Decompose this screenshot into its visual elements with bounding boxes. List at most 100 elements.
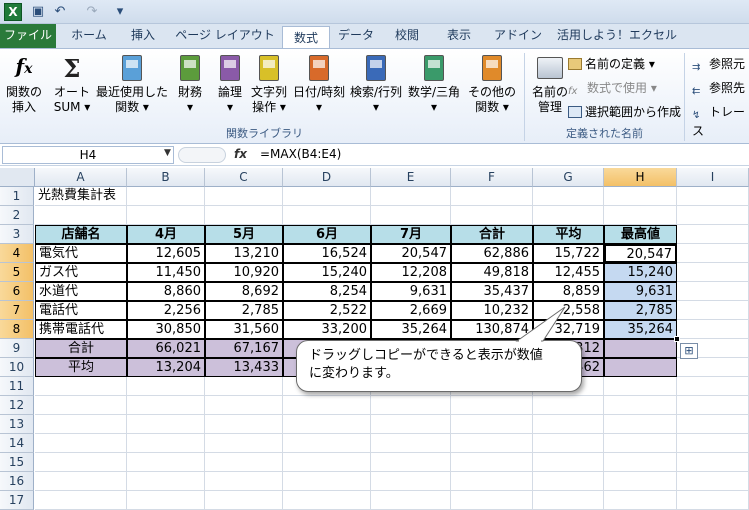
data-cell[interactable]: 携帯電話代 xyxy=(35,320,127,339)
grid-cell[interactable] xyxy=(35,453,127,472)
row-header-7[interactable]: 7 xyxy=(0,301,34,320)
tab-6[interactable]: 校閲 xyxy=(382,24,432,48)
ribbon-button-2[interactable]: 最近使用した 関数 ▾ xyxy=(96,53,168,115)
row-header-2[interactable]: 2 xyxy=(0,206,34,225)
grid-cell[interactable] xyxy=(677,282,749,301)
average-cell[interactable]: 13,433 xyxy=(205,358,283,377)
formula-input[interactable]: =MAX(B4:E4) xyxy=(256,146,747,164)
ribbon-button-5[interactable]: 文字列 操作 ▾ xyxy=(248,53,290,115)
header-cell[interactable]: 5月 xyxy=(205,225,283,244)
grid-cell[interactable] xyxy=(35,434,127,453)
grid-cell[interactable] xyxy=(604,187,677,206)
column-header-G[interactable]: G xyxy=(533,168,604,187)
data-cell[interactable]: 33,200 xyxy=(283,320,371,339)
grid-cell[interactable] xyxy=(127,491,205,510)
average-cell[interactable] xyxy=(604,358,677,377)
header-cell[interactable]: 合計 xyxy=(451,225,533,244)
header-cell[interactable]: 6月 xyxy=(283,225,371,244)
data-cell[interactable]: 2,669 xyxy=(371,301,451,320)
create-from-selection-button[interactable]: 選択範囲から作成 xyxy=(568,103,681,120)
grid-cell[interactable] xyxy=(371,434,451,453)
grid-cell[interactable] xyxy=(371,453,451,472)
row-header-6[interactable]: 6 xyxy=(0,282,34,301)
undo-icon[interactable]: ↶ xyxy=(52,4,68,20)
grid-cell[interactable] xyxy=(371,491,451,510)
grid-cell[interactable] xyxy=(604,491,677,510)
formula-bar-splitter[interactable] xyxy=(178,147,226,163)
grid-cell[interactable] xyxy=(451,472,533,491)
tab-8[interactable]: アドイン xyxy=(486,24,550,48)
grid-cell[interactable] xyxy=(677,301,749,320)
grid-cell[interactable] xyxy=(371,415,451,434)
grid-cell[interactable] xyxy=(35,206,127,225)
grid-cell[interactable] xyxy=(205,453,283,472)
grid-cell[interactable] xyxy=(533,187,604,206)
grid-cell[interactable] xyxy=(533,453,604,472)
data-cell[interactable]: ガス代 xyxy=(35,263,127,282)
name-box[interactable]: H4 xyxy=(2,146,174,164)
ribbon-button-8[interactable]: 数学/三角 ▾ xyxy=(406,53,462,115)
grid-cell[interactable] xyxy=(205,396,283,415)
grid-cell[interactable] xyxy=(677,415,749,434)
data-cell[interactable]: 9,631 xyxy=(604,282,677,301)
header-cell[interactable]: 4月 xyxy=(127,225,205,244)
insert-function-icon[interactable]: fx xyxy=(234,147,247,161)
grid-cell[interactable] xyxy=(677,263,749,282)
data-cell[interactable]: 8,692 xyxy=(205,282,283,301)
grid-cell[interactable] xyxy=(677,377,749,396)
save-icon[interactable]: ▣ xyxy=(30,4,46,20)
data-cell[interactable]: 8,860 xyxy=(127,282,205,301)
grid-cell[interactable] xyxy=(677,396,749,415)
tab-2[interactable]: 挿入 xyxy=(118,24,168,48)
header-cell[interactable]: 平均 xyxy=(533,225,604,244)
grid-cell[interactable] xyxy=(604,472,677,491)
select-all-corner[interactable] xyxy=(0,168,35,187)
ribbon-button-4[interactable]: 論理 ▾ xyxy=(212,53,248,115)
grid-cell[interactable] xyxy=(283,396,371,415)
grid-cell[interactable] xyxy=(127,472,205,491)
data-cell[interactable]: 12,208 xyxy=(371,263,451,282)
row-header-15[interactable]: 15 xyxy=(0,453,34,472)
grid-cell[interactable] xyxy=(371,187,451,206)
grid-cell[interactable] xyxy=(451,396,533,415)
header-cell[interactable]: 7月 xyxy=(371,225,451,244)
grid-cell[interactable] xyxy=(533,472,604,491)
data-cell[interactable]: 12,605 xyxy=(127,244,205,263)
data-cell[interactable]: 11,450 xyxy=(127,263,205,282)
row-header-17[interactable]: 17 xyxy=(0,491,34,510)
row-header-16[interactable]: 16 xyxy=(0,472,34,491)
data-cell[interactable]: 9,631 xyxy=(371,282,451,301)
grid-cell[interactable] xyxy=(283,434,371,453)
average-cell[interactable]: 平均 xyxy=(35,358,127,377)
data-cell[interactable]: 2,522 xyxy=(283,301,371,320)
grid-cell[interactable] xyxy=(604,453,677,472)
average-cell[interactable]: 13,204 xyxy=(127,358,205,377)
grid-cell[interactable] xyxy=(451,206,533,225)
data-cell[interactable]: 15,240 xyxy=(283,263,371,282)
column-header-H[interactable]: H xyxy=(604,168,677,187)
customize-qat-icon[interactable]: ▾ xyxy=(112,4,128,20)
grid-cell[interactable] xyxy=(677,187,749,206)
data-cell[interactable]: 16,524 xyxy=(283,244,371,263)
data-cell[interactable]: 電話代 xyxy=(35,301,127,320)
data-cell[interactable]: 31,560 xyxy=(205,320,283,339)
grid-cell[interactable] xyxy=(604,396,677,415)
grid-cell[interactable] xyxy=(604,434,677,453)
column-header-B[interactable]: B xyxy=(127,168,205,187)
row-header-13[interactable]: 13 xyxy=(0,415,34,434)
total-cell[interactable]: 67,167 xyxy=(205,339,283,358)
tab-4[interactable]: 数式 xyxy=(282,26,330,49)
grid-cell[interactable] xyxy=(451,415,533,434)
use-in-formula-button[interactable]: fx 数式で使用 ▾ xyxy=(568,79,657,98)
grid-cell[interactable] xyxy=(604,377,677,396)
column-header-A[interactable]: A xyxy=(35,168,127,187)
grid-cell[interactable] xyxy=(371,206,451,225)
data-cell[interactable]: 15,722 xyxy=(533,244,604,263)
tab-0[interactable]: ファイル xyxy=(0,24,56,48)
grid-cell[interactable] xyxy=(677,491,749,510)
ribbon-button-10[interactable]: 名前の 管理 xyxy=(530,53,570,115)
ribbon-button-3[interactable]: 財務 ▾ xyxy=(170,53,210,115)
grid-cell[interactable] xyxy=(205,434,283,453)
grid-cell[interactable] xyxy=(127,453,205,472)
total-cell[interactable]: 合計 xyxy=(35,339,127,358)
